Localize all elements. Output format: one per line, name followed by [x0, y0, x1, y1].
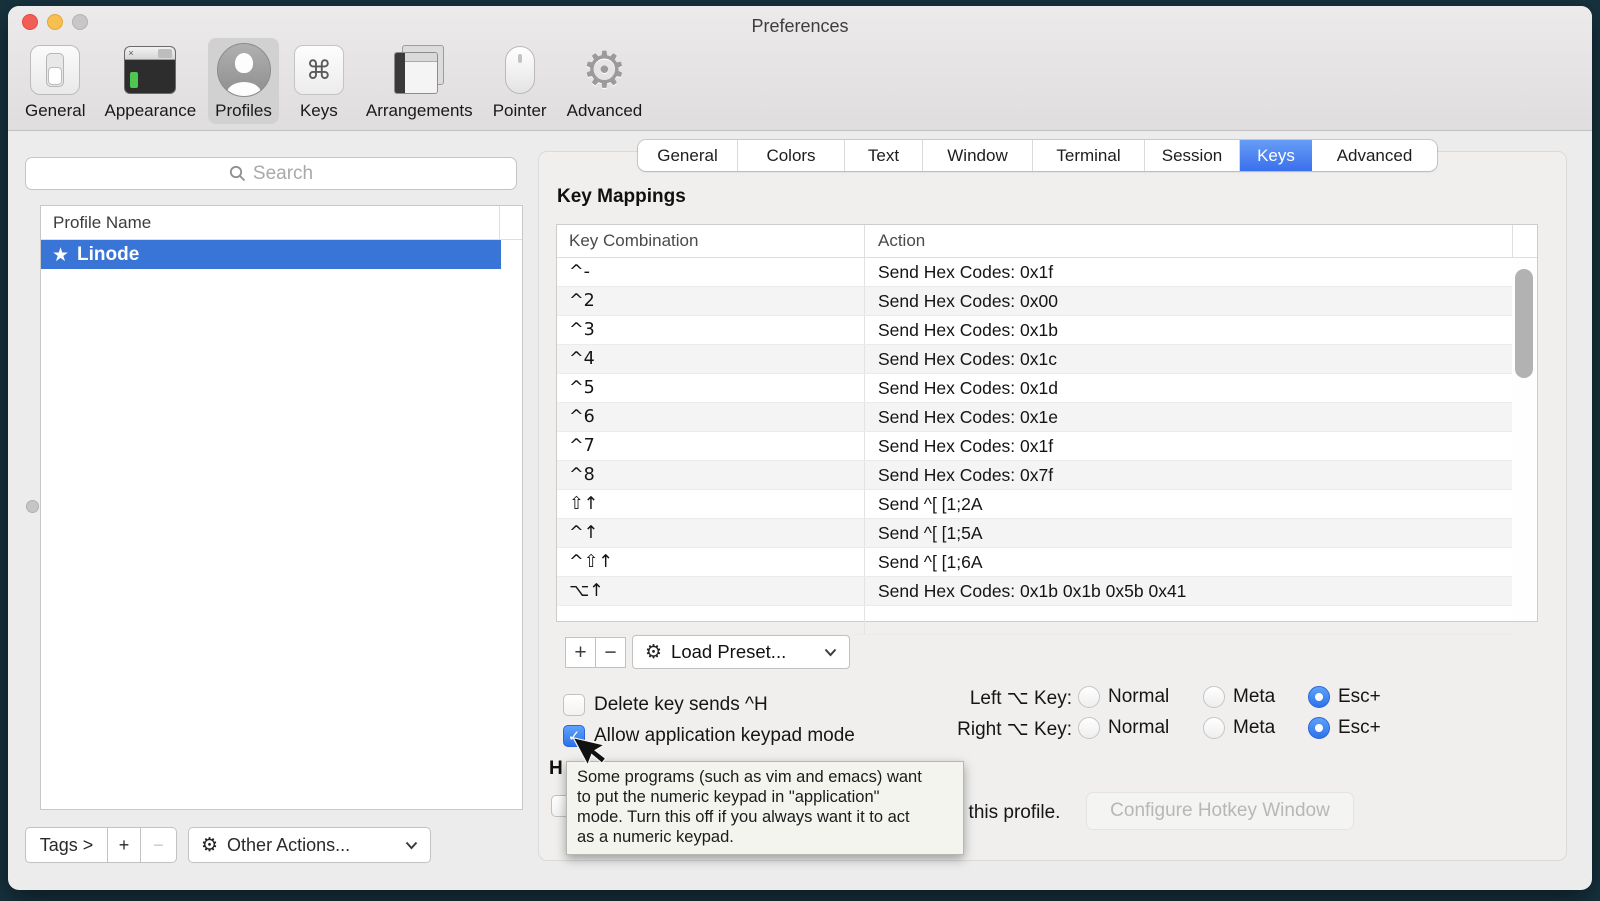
tab-text[interactable]: Text	[845, 140, 923, 171]
tab-advanced[interactable]: Advanced	[1312, 140, 1437, 171]
table-row[interactable]: ^4Send Hex Codes: 0x1c	[557, 345, 1512, 374]
search-placeholder: Search	[253, 163, 313, 185]
toolbar-item-general[interactable]: General	[18, 38, 92, 124]
radio-right-esc[interactable]: Esc+	[1308, 717, 1381, 739]
gear-icon: ⚙	[576, 42, 632, 98]
toolbar-item-arrangements[interactable]: Arrangements	[359, 38, 480, 124]
load-preset-dropdown[interactable]: ⚙ Load Preset...	[632, 635, 850, 669]
column-action: Action	[865, 231, 1512, 251]
key-mappings-table: Key Combination Action ^-Send Hex Codes:…	[556, 224, 1538, 622]
profile-tabs: General Colors Text Window Terminal Sess…	[638, 140, 1437, 171]
table-row[interactable]: ^-Send Hex Codes: 0x1f	[557, 258, 1512, 287]
tab-general[interactable]: General	[638, 140, 738, 171]
tab-session[interactable]: Session	[1145, 140, 1240, 171]
profile-list-header: Profile Name	[41, 206, 522, 240]
command-key-icon: ⌘	[291, 42, 347, 98]
table-body: ^-Send Hex Codes: 0x1f ^2Send Hex Codes:…	[557, 258, 1537, 635]
tab-keys[interactable]: Keys	[1240, 140, 1312, 171]
tab-colors[interactable]: Colors	[738, 140, 845, 171]
configure-hotkey-window-button[interactable]: Configure Hotkey Window	[1086, 792, 1354, 830]
preferences-window: Preferences General × Appearance Profile…	[8, 6, 1592, 890]
table-row[interactable]: ⇧↑Send ^[ [1;2A	[557, 490, 1512, 519]
right-option-key-label: Right ⌥ Key:	[888, 718, 1072, 741]
table-row[interactable]: ^5Send Hex Codes: 0x1d	[557, 374, 1512, 403]
add-mapping-button[interactable]: +	[565, 637, 596, 668]
person-icon	[216, 42, 272, 98]
toolbar-item-keys[interactable]: ⌘ Keys	[284, 38, 354, 124]
gear-icon: ⚙	[645, 641, 662, 663]
add-profile-button[interactable]: +	[107, 827, 141, 863]
checkbox-unchecked[interactable]	[563, 694, 585, 716]
radio-unselected[interactable]	[1203, 717, 1225, 739]
titlebar-toolbar: Preferences General × Appearance Profile…	[8, 6, 1592, 131]
chevron-down-icon	[405, 841, 418, 850]
radio-selected[interactable]	[1308, 686, 1330, 708]
tab-window[interactable]: Window	[923, 140, 1033, 171]
window-title: Preferences	[8, 16, 1592, 37]
column-key-combination: Key Combination	[557, 225, 865, 257]
chevron-down-icon	[824, 648, 837, 657]
hotkey-heading-fragment: H	[549, 758, 563, 780]
table-row[interactable]: ^6Send Hex Codes: 0x1e	[557, 403, 1512, 432]
table-row[interactable]: ⌥↑Send Hex Codes: 0x1b 0x1b 0x5b 0x41	[557, 577, 1512, 606]
windows-icon	[391, 42, 447, 98]
delete-key-sends-checkbox-row[interactable]: Delete key sends ^H	[563, 694, 768, 716]
profile-name: Linode	[77, 244, 139, 266]
radio-right-normal[interactable]: Normal	[1078, 717, 1169, 739]
default-profile-star-icon: ★	[52, 244, 69, 266]
remove-profile-button[interactable]: −	[140, 827, 177, 863]
table-row[interactable]: ^8Send Hex Codes: 0x7f	[557, 461, 1512, 490]
radio-left-normal[interactable]: Normal	[1078, 686, 1169, 708]
key-mappings-title: Key Mappings	[557, 186, 686, 208]
hotkey-text-fragment: t this profile.	[958, 802, 1060, 824]
table-row[interactable]: ^⇧↑Send ^[ [1;6A	[557, 548, 1512, 577]
toolbar-item-profiles[interactable]: Profiles	[208, 38, 279, 124]
table-row[interactable]	[557, 606, 1512, 635]
toolbar-item-appearance[interactable]: × Appearance	[97, 38, 203, 124]
split-handle-dot[interactable]	[26, 500, 39, 513]
remove-mapping-button[interactable]: −	[595, 637, 626, 668]
table-header: Key Combination Action	[557, 225, 1537, 258]
table-row[interactable]: ^3Send Hex Codes: 0x1b	[557, 316, 1512, 345]
radio-left-meta[interactable]: Meta	[1203, 686, 1275, 708]
table-row[interactable]: ^↑Send ^[ [1;5A	[557, 519, 1512, 548]
radio-unselected[interactable]	[1203, 686, 1225, 708]
column-divider	[499, 206, 500, 239]
profile-row-linode[interactable]: ★ Linode	[41, 240, 501, 269]
radio-unselected[interactable]	[1078, 717, 1100, 739]
gear-icon: ⚙	[201, 834, 218, 856]
table-scrollbar[interactable]	[1512, 258, 1537, 621]
profile-list: Profile Name ★ Linode	[40, 205, 523, 810]
search-input[interactable]: Search	[25, 157, 517, 190]
toggle-switch-icon	[27, 42, 83, 98]
radio-left-esc[interactable]: Esc+	[1308, 686, 1381, 708]
scrollbar-thumb[interactable]	[1515, 269, 1533, 378]
keypad-mode-tooltip: Some programs (such as vim and emacs) wa…	[566, 761, 964, 855]
table-row[interactable]: ^7Send Hex Codes: 0x1f	[557, 432, 1512, 461]
tab-terminal[interactable]: Terminal	[1033, 140, 1145, 171]
radio-right-meta[interactable]: Meta	[1203, 717, 1275, 739]
terminal-window-icon: ×	[122, 42, 178, 98]
mouse-icon	[492, 42, 548, 98]
radio-unselected[interactable]	[1078, 686, 1100, 708]
search-icon	[229, 165, 246, 182]
toolbar-item-advanced[interactable]: ⚙ Advanced	[560, 38, 650, 124]
toolbar-item-pointer[interactable]: Pointer	[485, 38, 555, 124]
scrollbar-header-cell	[1512, 225, 1537, 257]
left-option-key-label: Left ⌥ Key:	[888, 687, 1072, 710]
radio-selected[interactable]	[1308, 717, 1330, 739]
tags-button[interactable]: Tags >	[25, 827, 108, 863]
preferences-toolbar: General × Appearance Profiles ⌘ Keys	[18, 38, 649, 124]
other-actions-dropdown[interactable]: ⚙ Other Actions...	[188, 827, 431, 863]
table-row[interactable]: ^2Send Hex Codes: 0x00	[557, 287, 1512, 316]
